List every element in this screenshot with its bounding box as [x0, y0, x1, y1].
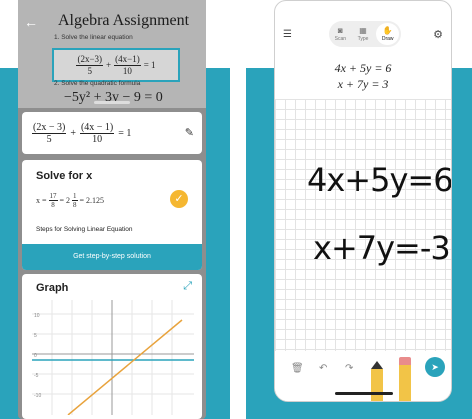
homework-title: Algebra Assignment [58, 12, 190, 29]
hand-icon: ✋ [382, 25, 393, 35]
input-mode-selector[interactable]: ◙ Scan ▦ Type ✋ Draw [329, 21, 401, 47]
recognized-equation-1: 4x + 5y = 6 [334, 61, 392, 75]
solve-send-icon[interactable]: ➤ [425, 357, 445, 377]
y-tick-neg5: -5 [34, 373, 39, 379]
graph-card: Graph ⤢ 10 5 0 -5 -10 [22, 274, 202, 419]
equation-card[interactable]: (2x − 3) 5 + (4x − 1) 10 = 1 ✎ [22, 112, 202, 154]
left-screenshot: ← Algebra Assignment 1. Solve the linear… [0, 0, 230, 419]
camera-icon: ◙ [337, 25, 343, 35]
edit-pencil-icon[interactable]: ✎ [185, 126, 194, 139]
home-indicator [335, 392, 393, 395]
keyboard-icon: ▦ [359, 25, 367, 35]
recognized-equation: (2x − 3) 5 + (4x − 1) 10 = 1 [32, 121, 132, 145]
camera-preview: ← Algebra Assignment 1. Solve the linear… [18, 0, 206, 108]
y-tick-neg10: -10 [34, 393, 41, 399]
right-phone: ☰ ⚙ ◙ Scan ▦ Type ✋ Draw 4x + 5y = 6 x +… [274, 0, 452, 402]
mode-type[interactable]: ▦ Type [352, 21, 375, 47]
redo-icon[interactable]: ↷ [345, 363, 353, 374]
recognized-equation-2: x + 7y = 3 [337, 77, 389, 91]
y-tick-10: 10 [34, 313, 40, 319]
sheet-drag-handle[interactable] [94, 101, 130, 104]
y-tick-0: 0 [34, 353, 37, 359]
handwritten-equation-1: 4x+5y=6 [307, 161, 452, 199]
drawing-toolbar: 🗑 ↶ ↷ ➤ [275, 351, 451, 401]
solve-title: Solve for x [36, 170, 93, 182]
trash-icon[interactable]: 🗑 [291, 363, 304, 374]
photo-frac-1: (2x−3) 5 [76, 53, 104, 76]
graph-title: Graph [36, 282, 69, 294]
solution-expression: x = 17 8 = 2 18 = 2.125 [36, 192, 105, 209]
pencil-tool[interactable] [371, 361, 383, 401]
photo-frac-2: (4x−1) 10 [114, 53, 141, 76]
left-phone: ← Algebra Assignment 1. Solve the linear… [18, 0, 206, 419]
scanned-equation-box[interactable]: (2x−3) 5 + (4x−1) 10 = 1 [52, 48, 180, 82]
undo-icon[interactable]: ↶ [319, 363, 327, 374]
photo-plus: + [106, 60, 112, 70]
step-by-step-button[interactable]: Get step-by-step solution [22, 244, 202, 270]
homework-step-2: 2. Solve the quadratic formula [54, 80, 141, 87]
drawing-canvas[interactable]: 4x+5y=6 x+7y=-3 [275, 99, 451, 351]
settings-gear-icon[interactable]: ⚙ [433, 28, 443, 41]
eraser-tool[interactable] [399, 357, 411, 401]
back-arrow-icon[interactable]: ← [24, 14, 38, 30]
graph-plot[interactable]: 10 5 0 -5 -10 [32, 300, 194, 415]
homework-step-1: 1. Solve the linear equation [54, 34, 133, 41]
mode-scan[interactable]: ◙ Scan [329, 21, 352, 47]
photo-rhs: = 1 [143, 60, 156, 70]
menu-icon[interactable]: ☰ [283, 29, 292, 40]
handwritten-equation-2: x+7y=-3 [313, 229, 451, 267]
steps-label: Steps for Solving Linear Equation [36, 226, 133, 233]
solve-card: Solve for x x = 17 8 = 2 18 = 2.125 ✓ Ste… [22, 160, 202, 270]
right-screenshot: ☰ ⚙ ◙ Scan ▦ Type ✋ Draw 4x + 5y = 6 x +… [246, 0, 472, 419]
expand-icon[interactable]: ⤢ [183, 280, 192, 293]
y-tick-5: 5 [34, 333, 37, 339]
check-icon: ✓ [170, 190, 188, 208]
mode-draw[interactable]: ✋ Draw [376, 23, 400, 45]
